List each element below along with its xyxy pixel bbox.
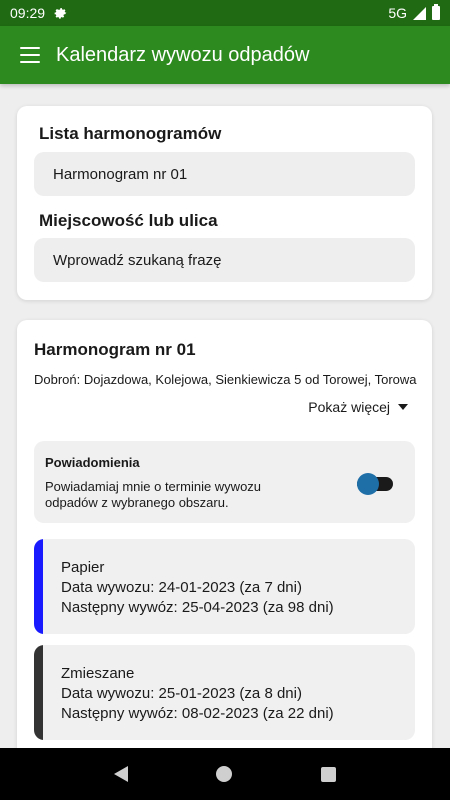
schedule-select[interactable]: Harmonogram nr 01 xyxy=(34,152,415,196)
status-time: 09:29 xyxy=(10,5,46,21)
waste-color-bar xyxy=(34,645,43,740)
notifications-toggle[interactable] xyxy=(357,473,393,495)
search-card: Lista harmonogramów Harmonogram nr 01 Mi… xyxy=(17,106,432,300)
app-title: Kalendarz wywozu odpadów xyxy=(56,43,310,66)
schedule-card: Harmonogram nr 01 Dobroń: Dojazdowa, Kol… xyxy=(17,320,432,760)
gear-icon xyxy=(54,7,67,19)
recents-icon[interactable] xyxy=(320,766,336,782)
chevron-down-icon xyxy=(398,404,408,410)
menu-icon[interactable] xyxy=(20,47,40,63)
waste-date: Data wywozu: 25-01-2023 (za 8 dni) xyxy=(61,685,302,702)
location-search-input[interactable]: Wprowadź szukaną frazę xyxy=(34,238,415,282)
navigation-bar xyxy=(0,748,450,800)
waste-color-bar xyxy=(34,539,43,634)
schedule-description: Dobroń: Dojazdowa, Kolejowa, Sienkiewicz… xyxy=(34,372,417,387)
waste-name: Papier xyxy=(61,559,105,576)
schedule-list-label: Lista harmonogramów xyxy=(39,124,222,143)
network-type: 5G xyxy=(388,5,407,21)
waste-date: Data wywozu: 24-01-2023 (za 7 dni) xyxy=(61,579,302,596)
status-bar: 09:29 5G xyxy=(0,0,450,26)
waste-name: Zmieszane xyxy=(61,665,135,682)
back-icon[interactable] xyxy=(114,766,129,782)
notifications-title: Powiadomienia xyxy=(45,455,140,470)
notifications-description: Powiadamiaj mnie o terminie wywozu odpad… xyxy=(45,479,262,510)
signal-icon xyxy=(413,6,426,20)
show-more-button[interactable]: Pokaż więcej xyxy=(308,399,408,415)
app-bar: Kalendarz wywozu odpadów xyxy=(0,26,450,84)
location-label: Miejscowość lub ulica xyxy=(39,211,218,230)
waste-item-mixed[interactable]: Zmieszane Data wywozu: 25-01-2023 (za 8 … xyxy=(34,645,415,740)
show-more-label: Pokaż więcej xyxy=(308,399,390,415)
home-icon[interactable] xyxy=(216,766,233,782)
schedule-title: Harmonogram nr 01 xyxy=(34,340,196,359)
waste-item-paper[interactable]: Papier Data wywozu: 24-01-2023 (za 7 dni… xyxy=(34,539,415,634)
battery-icon xyxy=(432,4,440,20)
notifications-panel: Powiadomienia Powiadamiaj mnie o termini… xyxy=(34,441,415,523)
waste-next-date: Następny wywóz: 25-04-2023 (za 98 dni) xyxy=(61,599,334,616)
waste-next-date: Następny wywóz: 08-02-2023 (za 22 dni) xyxy=(61,705,334,722)
